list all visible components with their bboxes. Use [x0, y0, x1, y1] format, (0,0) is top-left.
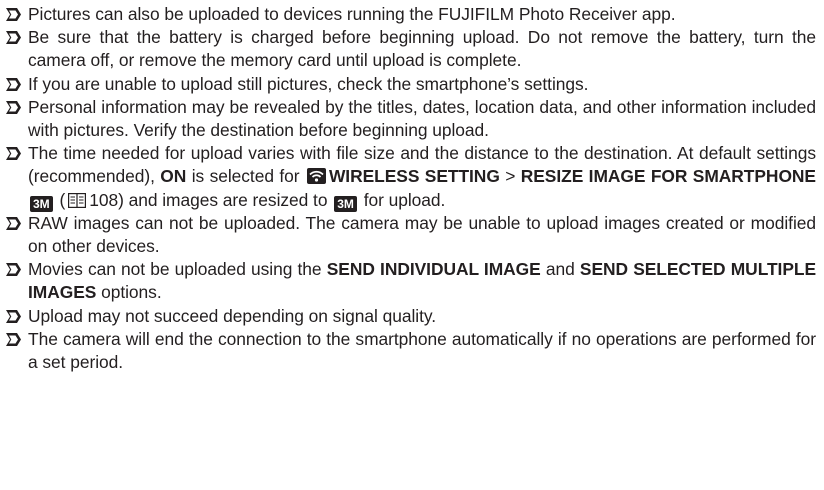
bullet-icon: [5, 215, 22, 232]
note-text: Upload may not succeed depending on sign…: [28, 305, 437, 326]
bullet-icon: [5, 308, 22, 325]
send-individual-image-option: SEND INDIVIDUAL IMAGE: [326, 259, 541, 280]
bullet-icon: [5, 145, 22, 162]
note-item: Be sure that the battery is charged befo…: [2, 26, 816, 72]
note-text: for upload.: [358, 189, 446, 210]
wireless-setting-icon: [306, 167, 326, 185]
paren-open: (: [54, 189, 66, 210]
bullet-icon: [5, 6, 22, 23]
note-text: is selected for: [186, 166, 305, 187]
bullet-icon: [5, 99, 22, 116]
page-reference: 108: [89, 189, 119, 210]
note-item: The camera will end the connection to th…: [2, 328, 816, 374]
image-size-badge: 3M: [334, 195, 357, 212]
wireless-setting-label: WIRELESS SETTING: [328, 166, 500, 187]
image-size-badge: 3M: [30, 195, 53, 212]
bullet-icon: [5, 261, 22, 278]
book-page-reference-icon: [68, 191, 87, 208]
bullet-icon: [5, 29, 22, 46]
on-option: ON: [160, 166, 187, 187]
resize-image-label: RESIZE IMAGE FOR SMARTPHONE: [520, 166, 816, 187]
note-text: The camera will end the connection to th…: [28, 328, 816, 373]
bullet-icon: [5, 331, 22, 348]
notes-list: Pictures can also be uploaded to devices…: [0, 0, 824, 490]
note-item: Upload may not succeed depending on sign…: [2, 305, 816, 328]
note-text: and: [540, 259, 580, 280]
note-item: Movies can not be uploaded using the SEN…: [2, 258, 816, 304]
note-item: RAW images can not be uploaded. The came…: [2, 212, 816, 258]
bullet-icon: [5, 76, 22, 93]
note-text: Movies can not be uploaded using the: [28, 259, 327, 280]
note-item: The time needed for upload varies with f…: [2, 142, 816, 212]
note-item: Personal information may be revealed by …: [2, 96, 816, 142]
note-text: RAW images can not be uploaded. The came…: [28, 212, 816, 257]
note-text: Be sure that the battery is charged befo…: [28, 27, 816, 71]
note-text: Pictures can also be uploaded to devices…: [28, 4, 676, 24]
note-text: Personal information may be revealed by …: [28, 96, 816, 141]
note-item: If you are unable to upload still pictur…: [2, 73, 816, 96]
menu-separator: >: [499, 166, 521, 187]
note-text: If you are unable to upload still pictur…: [28, 73, 589, 94]
note-text: ) and images are resized to: [118, 189, 333, 210]
note-text: options.: [96, 282, 162, 303]
note-item: Pictures can also be uploaded to devices…: [2, 3, 816, 26]
